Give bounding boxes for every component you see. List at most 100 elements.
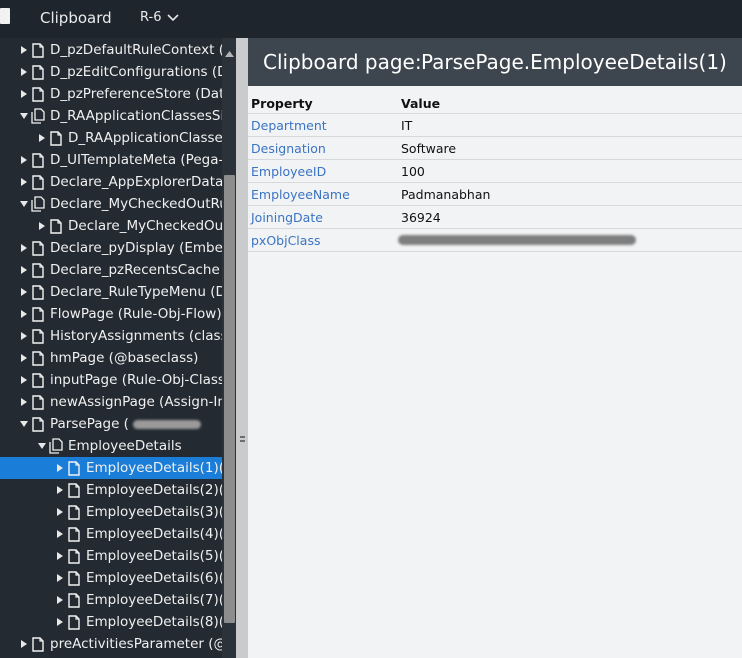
property-name-link[interactable]: EmployeeName	[251, 187, 350, 202]
triangle-right-icon[interactable]	[36, 127, 48, 149]
triangle-right-icon[interactable]	[18, 259, 30, 281]
triangle-right-icon[interactable]	[54, 501, 66, 523]
tree-node-label: EmployeeDetails(6)(C	[86, 570, 222, 586]
triangle-right-icon[interactable]	[54, 479, 66, 501]
tree-node-label: Declare_RuleTypeMenu (D	[50, 284, 222, 300]
triangle-right-icon[interactable]	[18, 237, 30, 259]
page-icon	[30, 635, 46, 653]
tree-node-label: EmployeeDetails(5)(C	[86, 548, 222, 564]
tree-node-label: D_UITemplateMeta (Pega-	[50, 152, 222, 168]
tree-node-label: D_RAApplicationClassesSin	[50, 108, 222, 124]
property-name-link[interactable]: JoiningDate	[251, 210, 323, 225]
triangle-right-icon[interactable]	[54, 457, 66, 479]
page-icon	[30, 151, 46, 169]
property-name-link[interactable]: pxObjClass	[251, 233, 320, 248]
triangle-right-icon[interactable]	[18, 171, 30, 193]
triangle-right-icon[interactable]	[18, 303, 30, 325]
triangle-right-icon[interactable]	[18, 83, 30, 105]
property-value: IT	[401, 118, 413, 133]
scroll-up-arrow-icon[interactable]	[224, 44, 235, 57]
version-dropdown[interactable]: R-6	[140, 10, 180, 25]
triangle-right-icon[interactable]	[18, 391, 30, 413]
splitter-grip-icon	[240, 436, 245, 444]
page-icon	[66, 525, 82, 543]
triangle-right-icon[interactable]	[18, 39, 30, 61]
table-row: EmployeeName Padmanabhan	[248, 182, 742, 205]
page-icon	[48, 217, 64, 235]
tree-node[interactable]: preActivitiesParameter (@	[0, 633, 222, 655]
triangle-right-icon[interactable]	[18, 369, 30, 391]
tree-node[interactable]: HistoryAssignments (class	[0, 325, 222, 347]
page-icon	[30, 261, 46, 279]
triangle-down-icon[interactable]	[18, 193, 30, 215]
triangle-right-icon[interactable]	[54, 545, 66, 567]
tree-node[interactable]: Declare_MyCheckedOut	[0, 215, 222, 237]
tree-node[interactable]: newAssignPage (Assign-Int	[0, 391, 222, 413]
app-title: Clipboard	[40, 9, 112, 27]
tree-node[interactable]: hmPage (@baseclass)	[0, 347, 222, 369]
tree-node[interactable]: D_RAApplicationClassesSin	[0, 105, 222, 127]
panel-header-label: Clipboard page:	[263, 50, 422, 74]
table-header: Property Value	[248, 93, 742, 113]
tree-node[interactable]: Declare_MyCheckedOutRu	[0, 193, 222, 215]
tree-node[interactable]: EmployeeDetails(4)(C	[0, 523, 222, 545]
tree-node[interactable]: EmployeeDetails(6)(C	[0, 567, 222, 589]
property-name-link[interactable]: Designation	[251, 141, 326, 156]
tree-node[interactable]: EmployeeDetails(2)(C	[0, 479, 222, 501]
triangle-right-icon[interactable]	[54, 523, 66, 545]
tree-node[interactable]: Declare_pzRecentsCache (	[0, 259, 222, 281]
tree-node-label: D_pzEditConfigurations (D	[50, 64, 222, 80]
triangle-down-icon[interactable]	[36, 435, 48, 457]
property-name-link[interactable]: EmployeeID	[251, 164, 326, 179]
tree-node[interactable]: Declare_AppExplorerData	[0, 171, 222, 193]
tree-node[interactable]: EmployeeDetails(1)(C	[0, 457, 222, 479]
tree-node-label: EmployeeDetails(4)(C	[86, 526, 222, 542]
tree-node-label: Declare_pyDisplay (Embed	[50, 240, 222, 256]
tree-node[interactable]: ParsePage (	[0, 413, 222, 435]
tree-node[interactable]: inputPage (Rule-Obj-Class)	[0, 369, 222, 391]
page-icon	[30, 173, 46, 191]
version-label: R-6	[140, 10, 162, 25]
property-name-link[interactable]: Department	[251, 118, 327, 133]
tree-node[interactable]: Declare_RuleTypeMenu (D	[0, 281, 222, 303]
table-row: JoiningDate 36924	[248, 205, 742, 228]
page-icon	[66, 481, 82, 499]
triangle-right-icon[interactable]	[54, 589, 66, 611]
tree-node-label: D_pzPreferenceStore (Data	[50, 86, 222, 102]
tree-node[interactable]: EmployeeDetails(7)(C	[0, 589, 222, 611]
triangle-right-icon[interactable]	[18, 633, 30, 655]
clipboard-tree: D_pzDefaultRuleContext (R D_pzEditConfigu…	[0, 38, 222, 658]
tree-node[interactable]: FlowPage (Rule-Obj-Flow)	[0, 303, 222, 325]
column-header-property: Property	[251, 96, 313, 111]
tree-node[interactable]: D_pzEditConfigurations (D	[0, 61, 222, 83]
page-icon	[66, 459, 82, 477]
triangle-right-icon[interactable]	[18, 281, 30, 303]
triangle-right-icon[interactable]	[18, 149, 30, 171]
tree-node[interactable]: EmployeeDetails(5)(C	[0, 545, 222, 567]
tree-node[interactable]: EmployeeDetails(3)(C	[0, 501, 222, 523]
triangle-right-icon[interactable]	[18, 61, 30, 83]
tree-node-label: Declare_AppExplorerData	[50, 174, 222, 190]
page-icon	[30, 239, 46, 257]
tree-node[interactable]: Declare_pyDisplay (Embed	[0, 237, 222, 259]
tree-node[interactable]: D_pzDefaultRuleContext (R	[0, 39, 222, 61]
redacted-value	[398, 235, 636, 245]
triangle-right-icon[interactable]	[54, 611, 66, 633]
triangle-right-icon[interactable]	[18, 325, 30, 347]
tree-node[interactable]: D_UITemplateMeta (Pega-	[0, 149, 222, 171]
tree-node-label: preActivitiesParameter (@	[50, 636, 222, 652]
triangle-right-icon[interactable]	[54, 567, 66, 589]
tree-node[interactable]: D_pzPreferenceStore (Data	[0, 83, 222, 105]
triangle-down-icon[interactable]	[18, 413, 30, 435]
tree-node[interactable]: EmployeeDetails(8)(C	[0, 611, 222, 633]
triangle-right-icon[interactable]	[18, 347, 30, 369]
triangle-right-icon[interactable]	[36, 215, 48, 237]
tree-scrollbar-thumb[interactable]	[224, 175, 235, 623]
panel-splitter[interactable]	[236, 38, 248, 658]
tree-node[interactable]: D_RAApplicationClasses	[0, 127, 222, 149]
page-icon	[30, 371, 46, 389]
triangle-down-icon[interactable]	[18, 105, 30, 127]
page-icon	[30, 393, 46, 411]
property-value: Software	[401, 141, 457, 156]
tree-node[interactable]: EmployeeDetails	[0, 435, 222, 457]
